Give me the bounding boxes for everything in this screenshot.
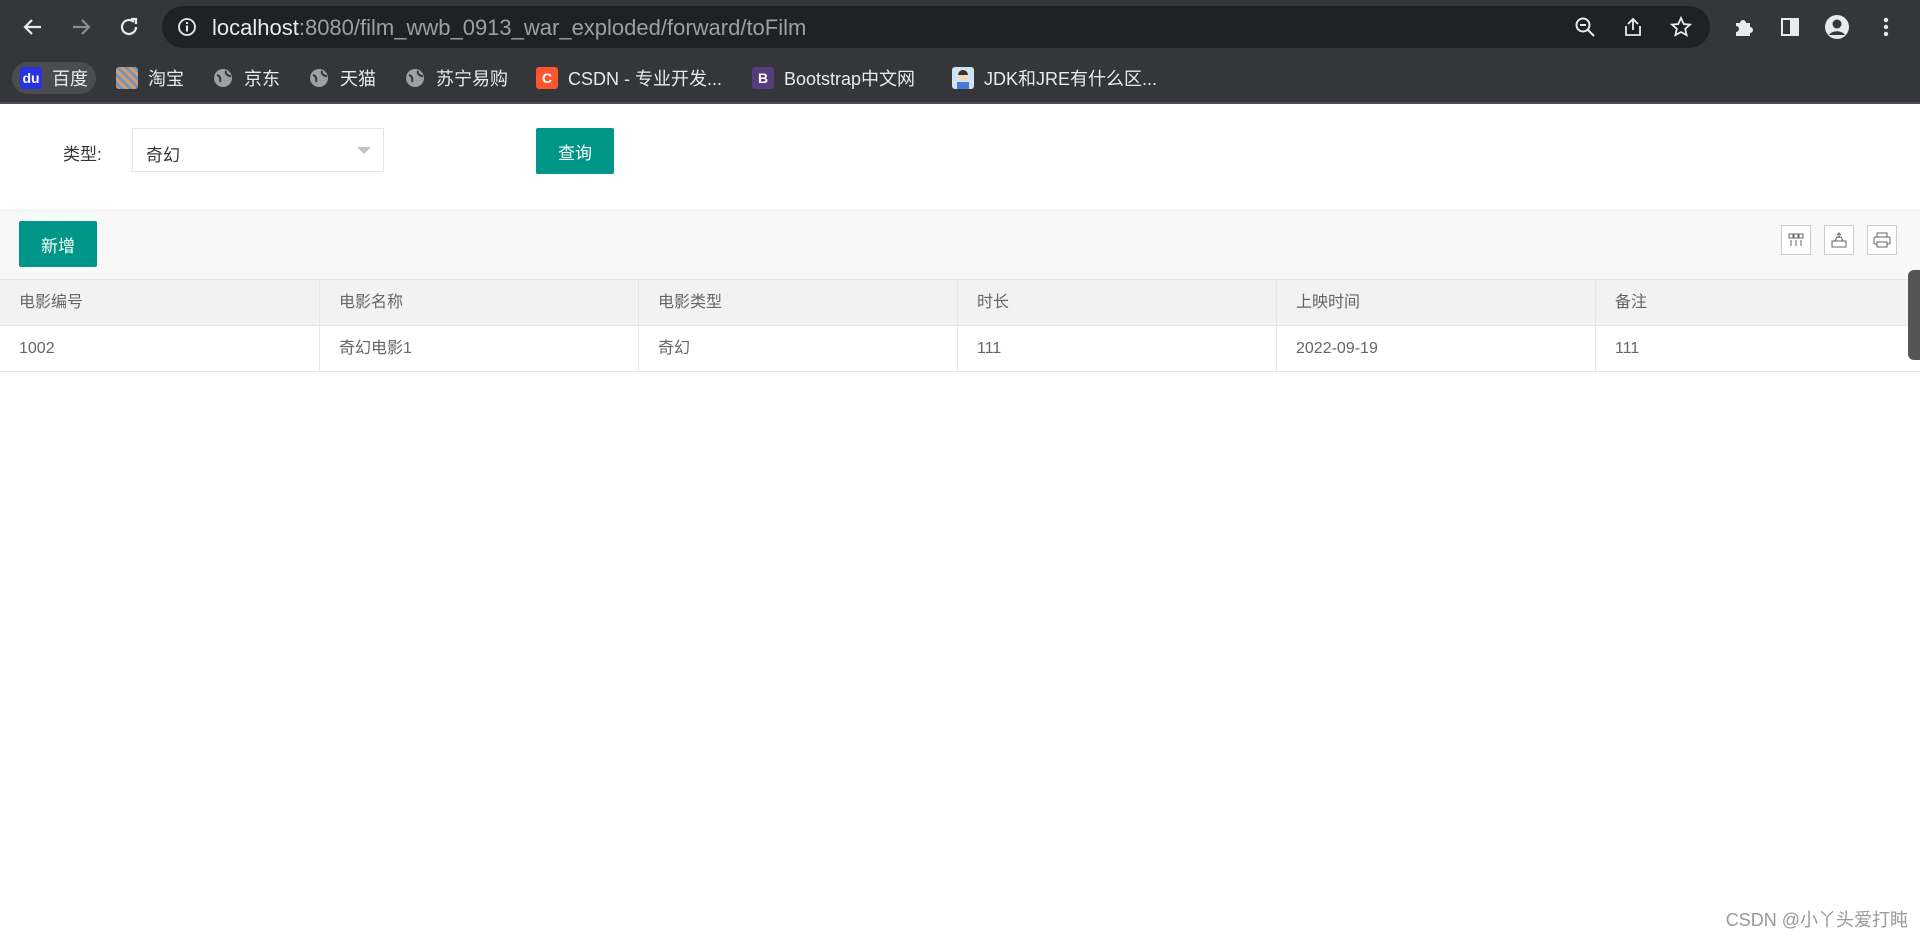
- print-button[interactable]: [1867, 225, 1897, 255]
- print-icon: [1873, 232, 1891, 248]
- bookmark-label: 苏宁易购: [436, 69, 508, 89]
- globe-icon: [406, 69, 424, 87]
- header-film-name[interactable]: 电影名称: [320, 280, 639, 326]
- export-button[interactable]: [1824, 225, 1854, 255]
- url-text[interactable]: localhost:8080/film_wwb_0913_war_explode…: [212, 15, 806, 41]
- bookmark-label: CSDN - 专业开发...: [568, 69, 723, 89]
- profile-icon: [1825, 15, 1849, 39]
- header-duration[interactable]: 时长: [958, 280, 1277, 326]
- table-row[interactable]: 1002 奇幻电影1 奇幻 111 2022-09-19 111: [0, 326, 1920, 372]
- forward-button[interactable]: [64, 10, 98, 44]
- table-header-row: 电影编号 电影名称 电影类型 时长 上映时间 备注: [0, 280, 1920, 326]
- query-button[interactable]: 查询: [536, 128, 614, 174]
- reload-icon: [120, 17, 138, 36]
- extensions-button[interactable]: [1726, 10, 1760, 44]
- bookmark-label: 百度: [52, 69, 88, 89]
- globe-icon: [214, 69, 232, 87]
- bookmark-jdk-jre[interactable]: JDK和JRE有什么区...: [952, 62, 1157, 94]
- header-release-date[interactable]: 上映时间: [1277, 280, 1596, 326]
- bookmark-label: Bootstrap中文网: [784, 69, 916, 89]
- forward-arrow-icon: [73, 19, 91, 35]
- bookmark-bootstrap[interactable]: B Bootstrap中文网: [752, 62, 915, 94]
- type-select-value: 奇幻: [146, 146, 180, 165]
- watermark: CSDN @小丫头爱打盹: [1725, 910, 1908, 930]
- bookmark-label: 淘宝: [148, 69, 184, 89]
- site-info-icon[interactable]: [174, 14, 200, 40]
- header-film-type[interactable]: 电影类型: [639, 280, 958, 326]
- bookmark-tmall[interactable]: 天猫: [308, 62, 376, 94]
- browser-chrome: localhost:8080/film_wwb_0913_war_explode…: [0, 0, 1920, 104]
- bookmark-label: JDK和JRE有什么区...: [984, 69, 1158, 89]
- address-bar[interactable]: localhost:8080/film_wwb_0913_war_explode…: [162, 6, 1710, 48]
- back-arrow-icon: [23, 19, 41, 35]
- url-path: :8080/film_wwb_0913_war_exploded/forward…: [298, 15, 807, 40]
- cell-film-id: 1002: [0, 326, 320, 372]
- bookmark-jd[interactable]: 京东: [212, 62, 280, 94]
- export-icon: [1831, 232, 1847, 248]
- share-icon[interactable]: [1620, 14, 1646, 40]
- page-content: 类型: 奇幻 查询 新增 电影编号 电影名称 电影类型 时长 上映时间 备注 1…: [0, 104, 1920, 942]
- cell-film-type: 奇幻: [639, 326, 958, 372]
- bootstrap-icon: B: [752, 67, 774, 89]
- type-label: 类型:: [63, 145, 102, 164]
- globe-icon: [310, 69, 328, 87]
- cell-film-name: 奇幻电影1: [320, 326, 639, 372]
- profile-button[interactable]: [1820, 10, 1854, 44]
- side-scroll-handle[interactable]: [1908, 270, 1920, 360]
- bookmark-label: 天猫: [340, 69, 376, 89]
- bookmark-suning[interactable]: 苏宁易购: [404, 62, 508, 94]
- bookmark-baidu[interactable]: du 百度: [12, 62, 96, 94]
- bookmark-star-icon[interactable]: [1668, 14, 1694, 40]
- header-remark[interactable]: 备注: [1596, 280, 1920, 326]
- header-film-id[interactable]: 电影编号: [0, 280, 320, 326]
- baidu-icon: du: [20, 67, 42, 89]
- menu-button[interactable]: [1869, 10, 1903, 44]
- browser-toolbar: localhost:8080/film_wwb_0913_war_explode…: [0, 0, 1920, 54]
- cell-release-date: 2022-09-19: [1277, 326, 1596, 372]
- columns-filter-button[interactable]: [1781, 225, 1811, 255]
- taobao-icon: [116, 67, 138, 89]
- avatar-icon: [952, 67, 974, 89]
- side-panel-button[interactable]: [1773, 10, 1807, 44]
- puzzle-icon: [1736, 20, 1753, 36]
- bookmark-csdn[interactable]: C CSDN - 专业开发...: [536, 62, 722, 94]
- cell-remark: 111: [1615, 340, 1640, 357]
- url-host: localhost: [212, 15, 299, 40]
- back-button[interactable]: [16, 10, 50, 44]
- table-toolbar: 新增: [0, 210, 1920, 280]
- cell-duration: 111: [958, 326, 1277, 372]
- bookmark-label: 京东: [244, 69, 280, 89]
- bookmark-taobao[interactable]: 淘宝: [116, 62, 184, 94]
- chevron-down-icon: [357, 147, 371, 154]
- reload-button[interactable]: [112, 10, 146, 44]
- kebab-menu-icon: [1883, 17, 1889, 37]
- zoom-icon[interactable]: [1572, 14, 1598, 40]
- type-select[interactable]: 奇幻: [132, 128, 384, 172]
- csdn-icon: C: [536, 67, 558, 89]
- side-panel-icon: [1781, 18, 1799, 36]
- add-button[interactable]: 新增: [19, 221, 97, 267]
- columns-icon: [1788, 233, 1804, 246]
- bookmarks-bar: du 百度 淘宝 京东 天猫 苏宁易购 C CSDN - 专业开发... B B…: [0, 54, 1920, 102]
